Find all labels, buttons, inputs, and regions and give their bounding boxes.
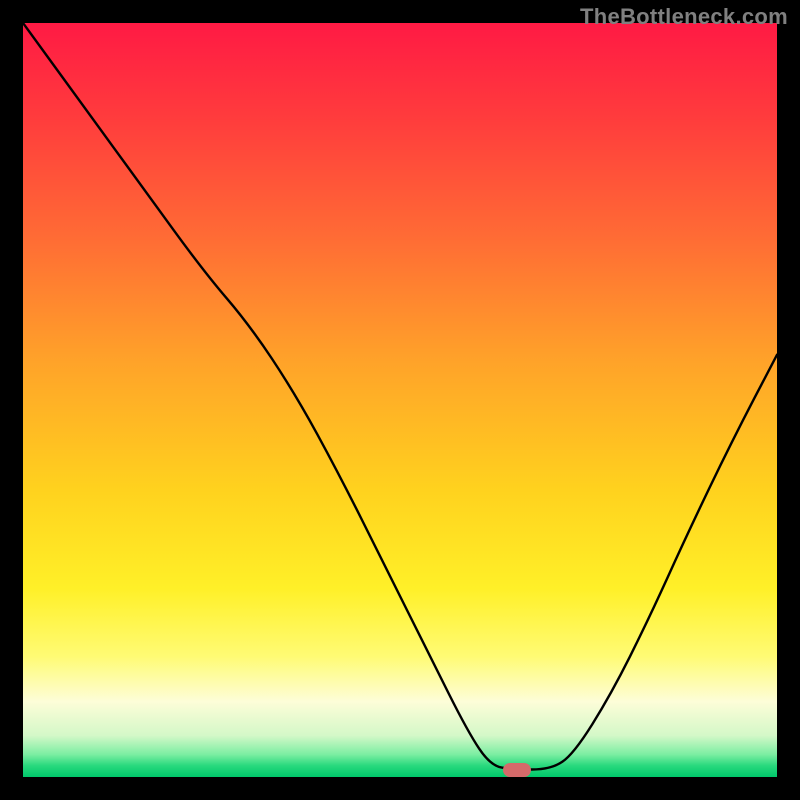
plot-area xyxy=(23,23,777,777)
bottleneck-curve xyxy=(23,23,777,777)
optimal-marker-icon xyxy=(503,763,531,777)
chart-frame: TheBottleneck.com xyxy=(0,0,800,800)
watermark-text: TheBottleneck.com xyxy=(580,4,788,30)
